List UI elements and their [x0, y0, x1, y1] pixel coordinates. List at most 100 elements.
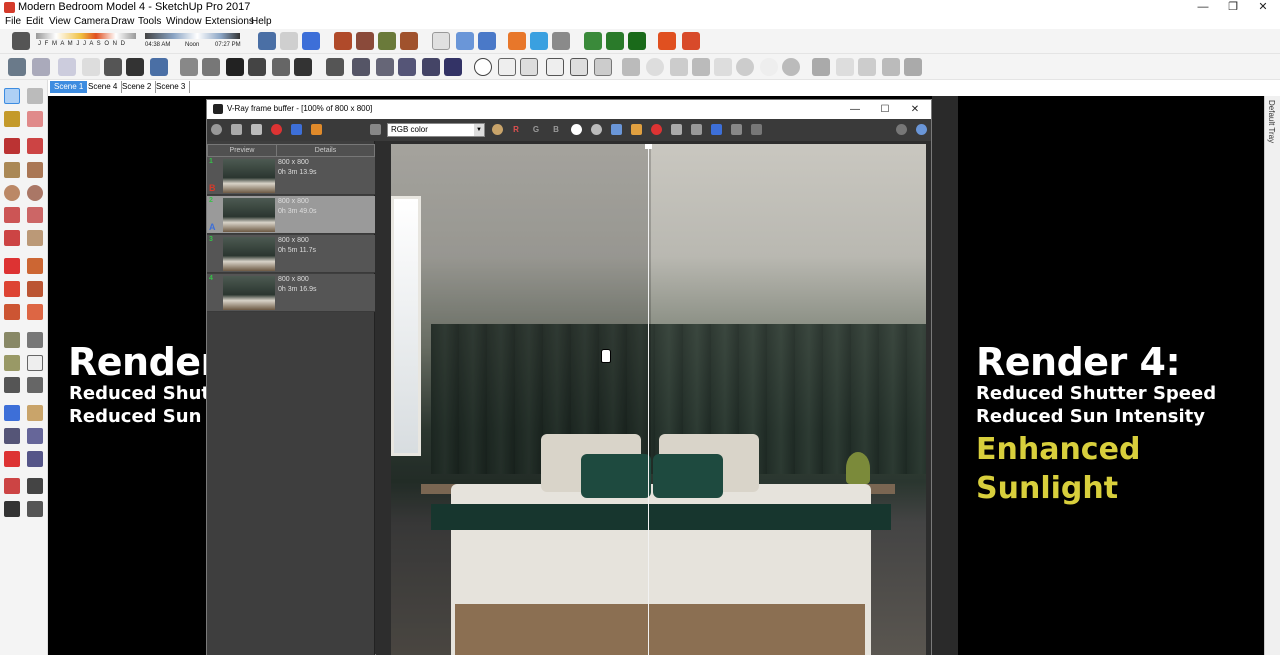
- vray-object-icon[interactable]: [508, 32, 526, 50]
- hidden-line-icon[interactable]: [202, 58, 220, 76]
- rotate-tool-icon[interactable]: [4, 281, 20, 297]
- teapot-render-icon[interactable]: [916, 124, 927, 135]
- freehand-tool-icon[interactable]: [27, 138, 43, 154]
- axes-tool-icon[interactable]: [4, 377, 20, 393]
- right-view-icon[interactable]: [82, 58, 100, 76]
- front-view-icon[interactable]: [58, 58, 76, 76]
- extension-manager-icon[interactable]: [858, 58, 876, 76]
- smoove-icon[interactable]: [714, 58, 732, 76]
- top-view-icon[interactable]: [32, 58, 50, 76]
- make-component-icon[interactable]: [27, 88, 43, 104]
- rotated-rectangle-icon[interactable]: [27, 162, 43, 178]
- save-image-icon[interactable]: [231, 124, 242, 135]
- track-mouse-icon[interactable]: [671, 124, 682, 135]
- 3d-warehouse-icon[interactable]: [258, 32, 276, 50]
- red-channel-button[interactable]: R: [510, 124, 522, 136]
- scale-tool-icon[interactable]: [4, 304, 20, 320]
- render-canvas[interactable]: [376, 141, 931, 655]
- blue-channel-button[interactable]: B: [550, 124, 562, 136]
- tab-scene-1[interactable]: Scene 1: [50, 81, 88, 93]
- tape-measure-icon[interactable]: [4, 332, 20, 348]
- history-item-selected[interactable]: 2 A 800 x 800 0h 3m 49.0s: [207, 196, 375, 234]
- save-current-icon[interactable]: [611, 124, 622, 135]
- default-tray[interactable]: Default Tray: [1264, 96, 1280, 655]
- zoom-extents-icon[interactable]: [4, 451, 20, 467]
- shadows-toggle-icon[interactable]: [12, 32, 30, 50]
- menu-view[interactable]: View: [49, 16, 71, 27]
- vray-scatter-icon[interactable]: [606, 32, 624, 50]
- back-view-icon[interactable]: [104, 58, 122, 76]
- history-toggle-icon[interactable]: [211, 124, 222, 135]
- mono-channel-icon[interactable]: [591, 124, 602, 135]
- house-section-icon[interactable]: [248, 58, 266, 76]
- house-icon[interactable]: [226, 58, 244, 76]
- menu-help[interactable]: Help: [251, 16, 272, 27]
- vray-proxy-icon[interactable]: [530, 32, 548, 50]
- load-image-icon[interactable]: [631, 124, 642, 135]
- section-fill-icon[interactable]: [520, 58, 538, 76]
- menu-window[interactable]: Window: [166, 16, 202, 27]
- menu-camera[interactable]: Camera: [74, 16, 110, 27]
- set-b-icon[interactable]: [311, 124, 322, 135]
- orbit-tool-icon[interactable]: [4, 405, 20, 421]
- zoom-tool-icon[interactable]: [4, 428, 20, 444]
- history-item[interactable]: 4 800 x 800 0h 3m 16.9s: [207, 274, 375, 312]
- pan-tool-icon[interactable]: [27, 405, 43, 421]
- select-tool-icon[interactable]: [4, 88, 20, 104]
- section-plane-icon[interactable]: [474, 58, 492, 76]
- alpha-channel-icon[interactable]: [571, 124, 582, 135]
- vray-interactive-icon[interactable]: [356, 32, 374, 50]
- style-shaded-icon[interactable]: [326, 58, 344, 76]
- follow-me-icon[interactable]: [27, 281, 43, 297]
- warehouse-add-icon[interactable]: [836, 58, 854, 76]
- menu-extensions[interactable]: Extensions: [205, 16, 254, 27]
- vray-render-icon[interactable]: [334, 32, 352, 50]
- zoom-window-icon[interactable]: [27, 428, 43, 444]
- vray-sun-icon[interactable]: [658, 32, 676, 50]
- protractor-icon[interactable]: [4, 355, 20, 371]
- close-button[interactable]: ✕: [1248, 0, 1278, 15]
- vray-settings-icon[interactable]: [378, 32, 396, 50]
- text-tool-icon[interactable]: [27, 355, 43, 371]
- share-model-icon[interactable]: [280, 32, 298, 50]
- tab-scene-3[interactable]: Scene 3: [152, 81, 191, 93]
- arc-tool-icon[interactable]: [4, 207, 20, 223]
- polygon-tool-icon[interactable]: [27, 185, 43, 201]
- layout-icon[interactable]: [546, 58, 564, 76]
- date-slider[interactable]: [36, 33, 136, 39]
- compare-split-line[interactable]: [648, 144, 649, 655]
- history-item[interactable]: 3 800 x 800 0h 5m 11.7s: [207, 235, 375, 273]
- three-point-arc-icon[interactable]: [4, 230, 20, 246]
- 3d-text-icon[interactable]: [27, 377, 43, 393]
- lock-icon[interactable]: [594, 58, 612, 76]
- dimension-icon[interactable]: [27, 332, 43, 348]
- channel-select[interactable]: RGB color ▼: [387, 123, 485, 137]
- save-all-icon[interactable]: [251, 124, 262, 135]
- menu-file[interactable]: File: [5, 16, 21, 27]
- position-camera-icon[interactable]: [4, 478, 20, 494]
- vray-asset-editor-icon[interactable]: [400, 32, 418, 50]
- style-textured-icon[interactable]: [352, 58, 370, 76]
- clear-image-icon[interactable]: [651, 124, 662, 135]
- drape-icon[interactable]: [670, 58, 688, 76]
- geo-location-icon[interactable]: [760, 58, 778, 76]
- green-channel-button[interactable]: G: [530, 124, 542, 136]
- move-view-icon[interactable]: [432, 32, 450, 50]
- tab-scene-2[interactable]: Scene 2: [118, 81, 157, 93]
- style-sketchy-icon[interactable]: [398, 58, 416, 76]
- section-plane-tool-icon[interactable]: [27, 501, 43, 517]
- vray-camera-icon[interactable]: [456, 32, 474, 50]
- sandbox-icon[interactable]: [622, 58, 640, 76]
- stamp-icon[interactable]: [692, 58, 710, 76]
- walk-tool-icon[interactable]: [4, 501, 20, 517]
- maximize-button[interactable]: ❐: [1218, 0, 1248, 15]
- sun-settings-icon[interactable]: [782, 58, 800, 76]
- compare-icon[interactable]: [731, 124, 742, 135]
- vray-fur-icon[interactable]: [584, 32, 602, 50]
- vray-plant-icon[interactable]: [628, 32, 646, 50]
- lens-effects-icon[interactable]: [751, 124, 762, 135]
- style-mono-icon[interactable]: [376, 58, 394, 76]
- push-pull-icon[interactable]: [27, 258, 43, 274]
- iso-view-icon[interactable]: [8, 58, 26, 76]
- style-photo-icon[interactable]: [444, 58, 462, 76]
